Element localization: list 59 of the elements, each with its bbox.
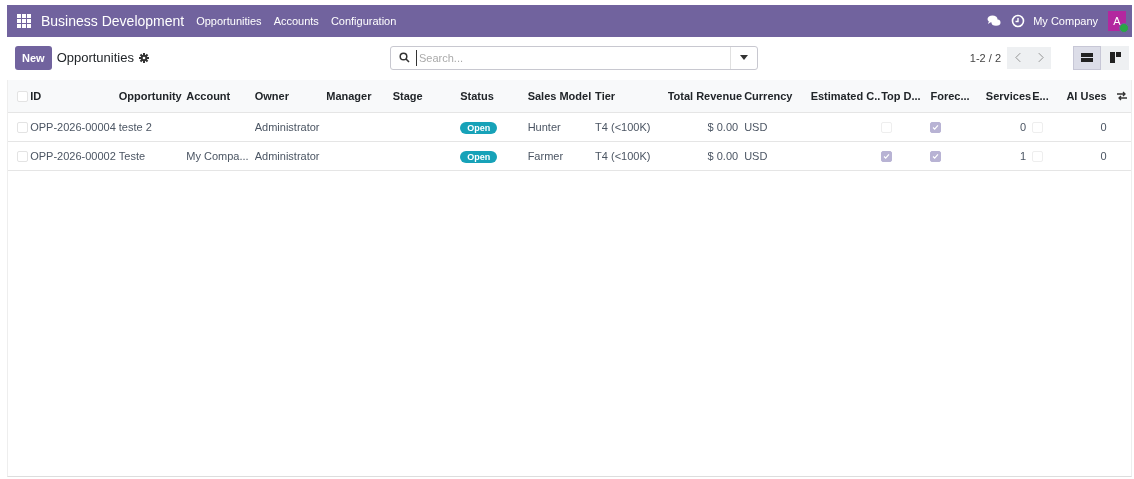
menu-item[interactable]: Opportunities: [196, 15, 262, 27]
table-cell: teste 2: [118, 121, 152, 133]
column-header[interactable]: Owner: [254, 90, 289, 102]
column-header[interactable]: Stage: [392, 90, 423, 102]
search-icon: [399, 52, 410, 63]
chevron-left-icon: [1014, 52, 1022, 63]
table-cell: T4 (<100K): [595, 150, 651, 162]
search-field[interactable]: Search...: [390, 45, 758, 70]
row-checkbox[interactable]: [17, 121, 28, 133]
settings-icon[interactable]: [138, 52, 149, 63]
boolean-checkbox[interactable]: [930, 121, 942, 133]
table-cell: Administrator: [254, 121, 320, 133]
table-cell: 0: [1020, 121, 1027, 133]
column-header[interactable]: Tier: [595, 90, 616, 102]
row-checkbox[interactable]: [17, 150, 28, 162]
table-cell: $ 0.00: [707, 121, 739, 133]
table-cell: OPP-2026-00002: [30, 150, 116, 162]
boolean-checkbox[interactable]: [930, 150, 942, 162]
list-view-icon: [1081, 52, 1093, 63]
table-cell: My Compa...: [186, 150, 249, 162]
table-cell: USD: [744, 150, 768, 162]
chat-icon[interactable]: [987, 14, 1002, 28]
table-cell: Administrator: [254, 150, 320, 162]
column-header[interactable]: E...: [1032, 90, 1049, 102]
breadcrumb-title: Opportunities: [56, 50, 134, 65]
table-cell: Farmer: [527, 150, 564, 162]
status-badge: Open: [460, 121, 498, 134]
kanban-view-button[interactable]: [1101, 45, 1129, 70]
column-settings-icon[interactable]: [1116, 91, 1127, 101]
table-cell: OPP-2026-00004: [30, 121, 116, 133]
table-cell: Teste: [118, 150, 146, 162]
table-cell: 1: [1020, 150, 1027, 162]
new-button[interactable]: New: [15, 45, 52, 70]
table-cell: 0: [1100, 150, 1107, 162]
table-cell: Hunter: [527, 121, 561, 133]
status-badge: Open: [460, 150, 498, 163]
column-header[interactable]: ID: [30, 90, 42, 102]
clock-icon[interactable]: [1011, 14, 1026, 28]
list-view-button[interactable]: [1073, 45, 1101, 70]
chevron-right-icon: [1036, 52, 1044, 63]
previous-button[interactable]: [1007, 46, 1029, 69]
user-avatar[interactable]: A: [1108, 11, 1126, 31]
column-header[interactable]: Status: [460, 90, 494, 102]
table-cell: USD: [744, 121, 768, 133]
search-input[interactable]: Search...: [416, 49, 730, 66]
select-all-checkbox[interactable]: [17, 90, 28, 102]
next-button[interactable]: [1029, 46, 1051, 69]
boolean-checkbox[interactable]: [881, 150, 893, 162]
caret-icon[interactable]: [740, 55, 748, 60]
menu-item[interactable]: Configuration: [330, 15, 397, 27]
kanban-view-icon: [1109, 52, 1121, 63]
apps-grid-icon[interactable]: [17, 14, 31, 28]
table-cell: $ 0.00: [707, 150, 739, 162]
pager-count[interactable]: 1-2 / 2: [969, 51, 1001, 64]
menu-item[interactable]: Accounts: [273, 15, 319, 27]
table-cell: 0: [1100, 121, 1107, 133]
table-cell: T4 (<100K): [595, 121, 651, 133]
app-name[interactable]: Business Development: [41, 13, 185, 29]
company-switcher[interactable]: My Company: [1033, 15, 1098, 27]
